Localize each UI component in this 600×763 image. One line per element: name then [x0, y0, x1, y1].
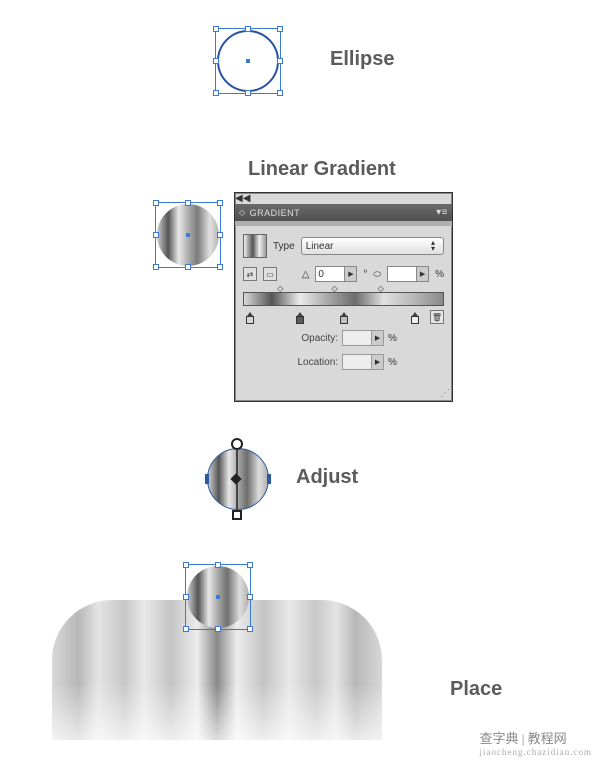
handle-bottom-left[interactable] — [183, 626, 189, 632]
selection-center — [186, 233, 190, 237]
panel-resize-grip-icon[interactable]: ⋰ — [440, 388, 450, 399]
gradient-sample-selection — [155, 202, 221, 268]
handle-bottom-center[interactable] — [245, 90, 251, 96]
location-field[interactable]: ▶ — [342, 354, 384, 370]
gradient-stop[interactable] — [410, 312, 420, 324]
angle-value: 0 — [316, 267, 344, 281]
handle-top-right[interactable] — [277, 26, 283, 32]
handle-bottom-center[interactable] — [185, 264, 191, 270]
midpoint-diamond-icon[interactable]: ◇ — [331, 284, 337, 293]
angle-field[interactable]: 0 ▶ — [315, 266, 357, 282]
handle-bottom-right[interactable] — [277, 90, 283, 96]
handle-middle-right[interactable] — [277, 58, 283, 64]
handle-top-right[interactable] — [217, 200, 223, 206]
step-label-place: Place — [450, 678, 502, 701]
gradient-stop[interactable] — [339, 312, 349, 324]
handle-top-left[interactable] — [213, 26, 219, 32]
path-handle-left[interactable] — [205, 474, 209, 484]
location-label: Location: — [290, 357, 338, 368]
midpoint-diamond-icon[interactable]: ◇ — [378, 284, 384, 293]
handle-middle-right[interactable] — [217, 232, 223, 238]
stroke-gradient-button[interactable]: ▭ — [263, 267, 277, 281]
reverse-gradient-button[interactable]: ⇄ — [243, 267, 257, 281]
handle-middle-left[interactable] — [183, 594, 189, 600]
handle-middle-left[interactable] — [213, 58, 219, 64]
type-label: Type — [273, 241, 295, 252]
opacity-unit: % — [388, 333, 397, 344]
handle-bottom-right[interactable] — [217, 264, 223, 270]
stepper-icon[interactable]: ▶ — [371, 331, 383, 345]
stepper-icon[interactable]: ▶ — [344, 267, 356, 281]
aspect-value — [388, 267, 416, 281]
selection-bounding-box — [215, 28, 281, 94]
watermark-main: 查字典 | 教程网 — [480, 731, 567, 746]
handle-top-center[interactable] — [215, 562, 221, 568]
panel-collapse-icon[interactable]: ◀◀ — [235, 193, 250, 204]
gradient-ramp[interactable]: ◇ ◇ ◇ 🗑 — [243, 292, 444, 322]
angle-icon: △ — [302, 269, 310, 280]
opacity-field[interactable]: ▶ — [342, 330, 384, 346]
handle-bottom-center[interactable] — [215, 626, 221, 632]
handle-bottom-left[interactable] — [213, 90, 219, 96]
watermark: 查字典 | 教程网 jiaocheng.chazidian.com — [480, 728, 592, 757]
gradient-end-handle[interactable] — [232, 510, 242, 520]
gradient-start-handle[interactable] — [231, 438, 243, 450]
stepper-icon[interactable]: ▶ — [371, 355, 383, 369]
stepper-icon[interactable]: ▶ — [416, 267, 428, 281]
opacity-label: Opacity: — [290, 333, 338, 344]
handle-middle-right[interactable] — [247, 594, 253, 600]
delete-stop-button[interactable]: 🗑 — [430, 310, 444, 324]
select-arrows-icon: ▴▾ — [427, 240, 439, 252]
selection-bounding-box — [155, 202, 221, 268]
gradient-panel: ◀◀ ◇ Gradient ▾≡ Type Linear ▴▾ ⇄ ▭ △ 0 … — [234, 192, 453, 402]
handle-top-left[interactable] — [153, 200, 159, 206]
midpoint-diamond-icon[interactable]: ◇ — [277, 284, 283, 293]
gradient-stop[interactable] — [245, 312, 255, 324]
adjust-gradient-annotator — [207, 448, 269, 510]
handle-top-left[interactable] — [183, 562, 189, 568]
selection-center — [246, 59, 250, 63]
gradient-swatch[interactable] — [243, 234, 267, 258]
aspect-unit: % — [435, 269, 444, 280]
aspect-field[interactable]: ▶ — [387, 266, 429, 282]
gradient-type-select[interactable]: Linear ▴▾ — [301, 237, 444, 255]
gradient-panel-header[interactable]: ◇ Gradient ▾≡ — [235, 204, 452, 221]
path-handle-right[interactable] — [267, 474, 271, 484]
gradient-type-value: Linear — [306, 241, 334, 252]
handle-bottom-right[interactable] — [247, 626, 253, 632]
location-unit: % — [388, 357, 397, 368]
handle-top-center[interactable] — [185, 200, 191, 206]
gradient-ramp-bar[interactable] — [243, 292, 444, 306]
gradient-panel-title: Gradient — [250, 208, 301, 218]
angle-unit: ° — [363, 269, 367, 280]
step-label-adjust: Adjust — [296, 466, 358, 489]
aspect-ratio-icon: ⬭ — [373, 269, 381, 280]
placed-ellipse-selection — [185, 564, 251, 630]
step-label-ellipse: Ellipse — [330, 48, 394, 71]
step-label-linear-gradient: Linear Gradient — [248, 158, 396, 181]
watermark-sub: jiaocheng.chazidian.com — [480, 747, 592, 757]
ellipse-selection — [215, 28, 281, 94]
handle-bottom-left[interactable] — [153, 264, 159, 270]
gradient-stop[interactable] — [295, 312, 305, 324]
handle-middle-left[interactable] — [153, 232, 159, 238]
handle-top-right[interactable] — [247, 562, 253, 568]
selection-bounding-box — [185, 564, 251, 630]
panel-expand-icon[interactable]: ◇ — [239, 208, 246, 217]
panel-menu-icon[interactable]: ▾≡ — [436, 207, 448, 218]
selection-center — [216, 595, 220, 599]
handle-top-center[interactable] — [245, 26, 251, 32]
